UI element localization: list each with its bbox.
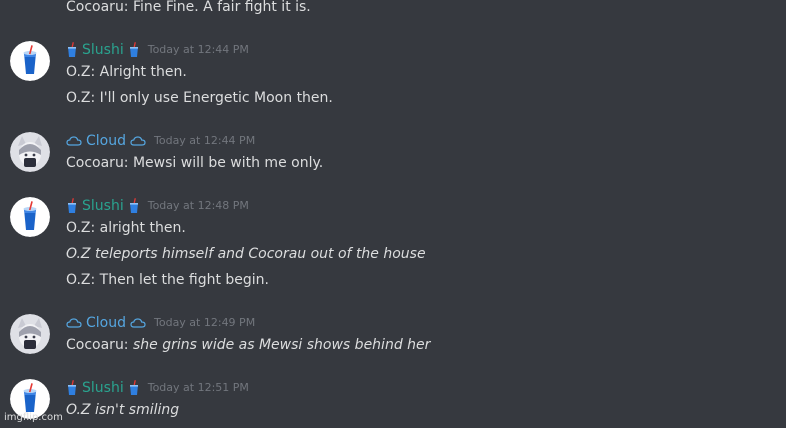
message-header: Slushi Today at 12:44 PM	[66, 41, 249, 59]
timestamp[interactable]: Today at 12:44 PM	[148, 41, 249, 59]
username[interactable]: Cloud	[86, 314, 126, 332]
message-text: O.Z: I'll only use Energetic Moon then.	[66, 90, 333, 106]
message-text: Cocoaru: Fine Fine. A fair fight it is.	[66, 0, 311, 15]
cloud-icon	[66, 135, 82, 147]
user-avatar-slushi[interactable]	[10, 41, 50, 81]
user-avatar-slushi[interactable]	[10, 197, 50, 237]
action-text: she grins wide as Mewsi shows behind her	[132, 337, 431, 353]
cloud-icon	[130, 317, 146, 329]
timestamp[interactable]: Today at 12:51 PM	[148, 379, 249, 397]
message-header: Slushi Today at 12:48 PM	[66, 197, 249, 215]
message-prefix: Cocoaru:	[66, 337, 133, 353]
action-text: O.Z isn't smiling	[66, 402, 180, 418]
cup-with-straw-icon	[66, 198, 78, 214]
message-header: Cloud Today at 12:49 PM	[66, 314, 255, 332]
cup-with-straw-icon	[128, 42, 140, 58]
timestamp[interactable]: Today at 12:48 PM	[148, 197, 249, 215]
slushie-avatar-icon	[10, 197, 50, 237]
username[interactable]: Slushi	[82, 379, 124, 397]
cup-with-straw-icon	[66, 380, 78, 396]
message-text-action: O.Z teleports himself and Cocorau out of…	[66, 245, 426, 263]
cup-with-straw-icon	[128, 380, 140, 396]
message-text: O.Z: Then let the fight begin.	[66, 272, 270, 288]
username[interactable]: Cloud	[86, 132, 126, 150]
message-text-action: O.Z isn't smiling	[66, 401, 179, 419]
message-text: Cocoaru: Mewsi will be with me only.	[66, 155, 324, 171]
message-header: Cloud Today at 12:44 PM	[66, 132, 255, 150]
anime-character-avatar-icon	[10, 132, 50, 172]
imgflip-watermark: imgflip.com	[4, 412, 63, 423]
user-avatar-cloud[interactable]	[10, 132, 50, 172]
message-text: O.Z: Alright then.	[66, 64, 187, 80]
action-text: O.Z teleports himself and Cocorau out of…	[66, 246, 426, 262]
slushie-avatar-icon	[10, 41, 50, 81]
timestamp[interactable]: Today at 12:44 PM	[154, 132, 255, 150]
username[interactable]: Slushi	[82, 41, 124, 59]
timestamp[interactable]: Today at 12:49 PM	[154, 314, 255, 332]
chat-log: Cocoaru: Fine Fine. A fair fight it is. …	[0, 0, 786, 428]
anime-character-avatar-icon	[10, 314, 50, 354]
message-text: O.Z: alright then.	[66, 220, 186, 236]
cloud-icon	[130, 135, 146, 147]
message-text: Cocoaru: she grins wide as Mewsi shows b…	[66, 336, 430, 354]
cloud-icon	[66, 317, 82, 329]
cup-with-straw-icon	[66, 42, 78, 58]
cup-with-straw-icon	[128, 198, 140, 214]
user-avatar-cloud[interactable]	[10, 314, 50, 354]
username[interactable]: Slushi	[82, 197, 124, 215]
message-header: Slushi Today at 12:51 PM	[66, 379, 249, 397]
